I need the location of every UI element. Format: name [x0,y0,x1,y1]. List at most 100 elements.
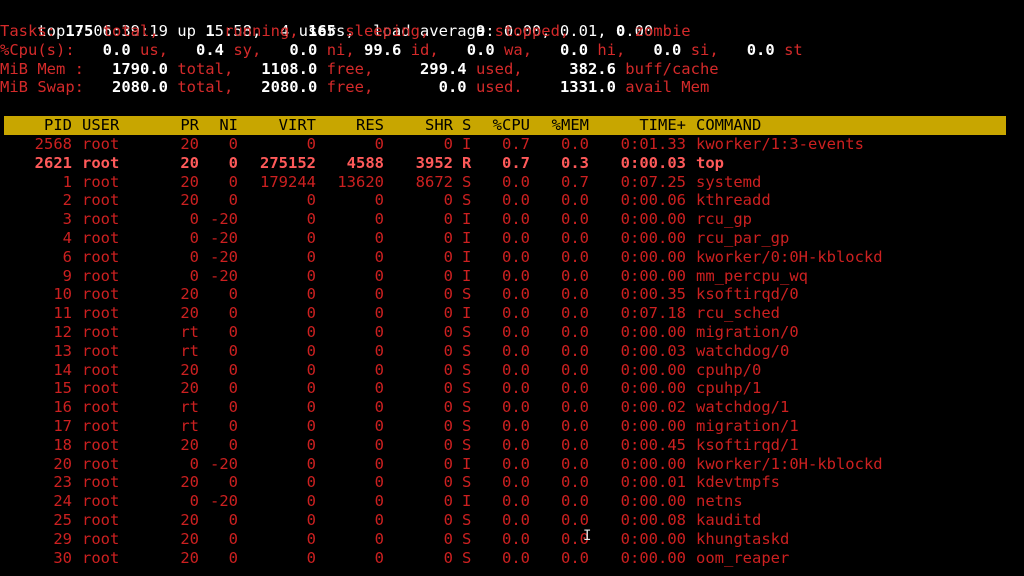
cell-user: root [82,435,120,454]
mem-segment: buff/cache [615,60,719,78]
table-row[interactable]: 10 root 20 0 0 0 0 S 0.0 0.0 0:00.35 ksoftirqd/0 [0,285,1024,304]
table-row[interactable]: 2568 root 20 0 0 0 0 I 0.7 0.0 0:01.33 kworker/1:3-… [0,135,1024,154]
cell-ni: 0 [228,191,238,210]
table-row[interactable]: 13 root rt 0 0 0 0 S 0.0 0.0 0:00.03 watchdog/0 [0,342,1024,361]
swap-segment: total, [167,78,243,96]
cell-ni: 0 [228,473,238,492]
table-row[interactable]: 3 root 0 -20 0 0 0 I 0.0 0.0 0:00.00 rcu_gp [0,210,1024,229]
column-header-ni[interactable]: NI [219,116,238,135]
table-row[interactable]: 30 root 20 0 0 0 0 S 0.0 0.0 0:00.00 oom_reaper [0,549,1024,568]
tasks-segment: 0 [597,22,626,40]
cell-virt: 0 [306,492,316,511]
cpu-segment: hi, [588,41,635,59]
cell-virt: 0 [306,379,316,398]
cell-time: 0:00.00 [620,548,686,567]
cell-virt: 179244 [260,172,316,191]
cell-shr: 0 [443,417,453,435]
table-row[interactable]: 18 root 20 0 0 0 0 S 0.0 0.0 0:00.45 ksoftirqd/1 [0,436,1024,455]
column-header-state[interactable]: S [462,116,471,135]
cell-command: kdevtmpfs [696,473,780,492]
cell-pid: 14 [53,360,72,379]
table-row[interactable]: 23 root 20 0 0 0 0 S 0.0 0.0 0:00.01 kdevtmpfs [0,473,1024,492]
table-row[interactable]: 14 root 20 0 0 0 0 S 0.0 0.0 0:00.00 cpuhp/0 [0,361,1024,380]
cell-command: migration/0 [696,323,799,341]
cell-mem: 0.3 [561,153,589,172]
cell-ni: 0 [228,285,238,304]
table-row[interactable]: 2621 root 20 0 275152 4588 3952 R 0.7 0.3 0:00.03 t… [0,154,1024,173]
cell-res: 0 [374,323,384,341]
cell-cpu: 0.0 [502,454,530,473]
cell-mem: 0.0 [561,210,589,229]
swap-segment: free, [317,78,383,96]
cell-time: 0:00.35 [620,285,686,304]
cell-shr: 0 [443,379,453,398]
table-row[interactable]: 4 root 0 -20 0 0 0 I 0.0 0.0 0:00.00 rcu_par_gp [0,229,1024,248]
cell-command: rcu_par_gp [696,229,790,247]
column-header-cpu[interactable]: %CPU [493,116,530,135]
mem-segment: 299.4 [382,60,467,78]
table-row[interactable]: 16 root rt 0 0 0 0 S 0.0 0.0 0:00.02 watchdog/1 [0,398,1024,417]
column-header-res[interactable]: RES [356,116,384,135]
cell-state: S [462,398,472,417]
cell-mem: 0.0 [561,135,589,153]
mem-segment: 1108.0 [242,60,318,78]
tasks-segment: stopped, [485,22,598,40]
mem-segment: used, [466,60,532,78]
cell-user: root [82,229,120,247]
cell-res: 0 [374,454,384,473]
cell-command: top [696,153,724,172]
cell-virt: 0 [306,360,316,379]
column-header-time[interactable]: TIME+ [639,116,686,135]
column-header-virt[interactable]: VIRT [279,116,316,135]
table-row[interactable]: 20 root 0 -20 0 0 0 I 0.0 0.0 0:00.00 kworker/1:0H-… [0,455,1024,474]
table-row[interactable]: 24 root 0 -20 0 0 0 I 0.0 0.0 0:00.00 netns [0,492,1024,511]
cell-virt: 0 [306,210,316,229]
terminal-window[interactable]: top - 06:39:19 up 5:58, 4 users, load av… [0,0,1024,576]
column-header-pr[interactable]: PR [180,116,199,135]
table-row[interactable]: 29 root 20 0 0 0 0 S 0.0 0.0 0:00.00 khungtaskd [0,530,1024,549]
cell-res: 0 [374,266,384,285]
table-row[interactable]: 9 root 0 -20 0 0 0 I 0.0 0.0 0:00.00 mm_percpu_wq [0,267,1024,286]
cell-pr: 0 [189,492,199,511]
table-row[interactable]: 1 root 20 0 179244 13620 8672 S 0.0 0.7 0:07.25 sys… [0,173,1024,192]
cell-ni: 0 [228,529,238,548]
cell-pr: 20 [180,304,199,323]
cell-time: 0:00.00 [620,360,686,379]
table-row[interactable]: 6 root 0 -20 0 0 0 I 0.0 0.0 0:00.00 kworker/0:0H-k… [0,248,1024,267]
cell-res: 0 [374,435,384,454]
cpu-segment: id, [401,41,449,59]
cell-pr: 20 [180,548,199,567]
table-row[interactable]: 12 root rt 0 0 0 0 S 0.0 0.0 0:00.00 migration/0 [0,323,1024,342]
cell-user: root [82,191,120,210]
cell-res: 13620 [337,172,384,191]
cpu-segment: 0.0 [84,41,131,59]
cell-user: root [82,473,120,492]
cell-mem: 0.0 [561,229,589,247]
cell-state: S [462,473,472,492]
cell-cpu: 0.0 [502,323,530,341]
column-header-pid[interactable]: PID [44,116,72,135]
process-table-header[interactable]: PID USER PR NI VIRT RES SHR S %CPU %MEM TIME+ COMMA… [4,116,1006,135]
cell-res: 0 [374,341,384,360]
cell-state: R [462,153,472,172]
cell-pid: 20 [53,454,72,473]
cell-res: 0 [374,304,384,323]
column-header-shr[interactable]: SHR [425,116,453,135]
cpu-segment: us, [130,41,178,59]
table-row[interactable]: 15 root 20 0 0 0 0 S 0.0 0.0 0:00.00 cpuhp/1 [0,379,1024,398]
column-header-command[interactable]: COMMAND [696,116,761,135]
cell-command: oom_reaper [696,548,790,567]
cell-shr: 0 [443,210,453,229]
table-row[interactable]: 17 root rt 0 0 0 0 S 0.0 0.0 0:00.00 migration/1 [0,417,1024,436]
column-header-user[interactable]: USER [82,116,119,135]
table-row[interactable]: 11 root 20 0 0 0 0 I 0.0 0.0 0:07.18 rcu_sched [0,304,1024,323]
cell-pid: 15 [53,379,72,398]
cell-shr: 0 [443,529,453,548]
table-row[interactable]: 25 root 20 0 0 0 0 S 0.0 0.0 0:00.08 kauditd [0,511,1024,530]
cell-pid: 2621 [34,153,72,172]
cell-time: 0:07.18 [620,304,686,323]
table-row[interactable]: 2 root 20 0 0 0 0 S 0.0 0.0 0:00.06 kthreadd [0,191,1024,210]
column-header-mem[interactable]: %MEM [552,116,589,135]
cell-ni: -20 [210,454,238,473]
cell-command: cpuhp/1 [696,379,762,398]
